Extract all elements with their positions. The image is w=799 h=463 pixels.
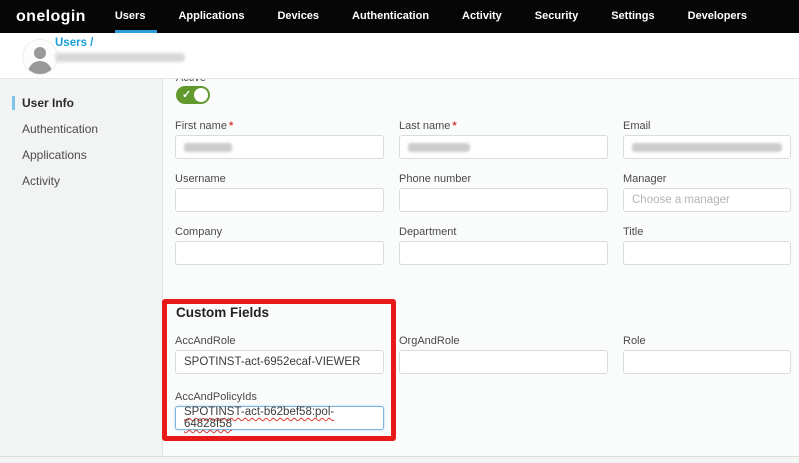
toggle-knob [194,88,208,102]
sidebar-item-applications[interactable]: Applications [0,142,162,168]
acc-and-role-value: SPOTINST-act-6952ecaf-VIEWER [184,356,360,368]
nav-tab-activity[interactable]: Activity [462,0,502,33]
email-input[interactable] [623,135,791,159]
username-label: Username [175,173,384,186]
first-name-label: First name [175,120,227,132]
manager-label: Manager [623,173,791,186]
sidebar-item-activity[interactable]: Activity [0,168,162,194]
manager-input[interactable] [623,188,791,212]
nav-tab-applications[interactable]: Applications [178,0,244,33]
first-name-field: First name* [175,120,384,159]
org-and-role-field: OrgAndRole [399,335,608,374]
first-name-input[interactable] [175,135,384,159]
custom-fields-title: Custom Fields [176,305,269,320]
required-asterisk: * [229,120,233,132]
nav-tab-settings[interactable]: Settings [611,0,654,33]
role-input[interactable] [623,350,791,374]
acc-and-role-input[interactable]: SPOTINST-act-6952ecaf-VIEWER [175,350,384,374]
sidebar: User Info Authentication Applications Ac… [0,78,163,456]
acc-and-policy-ids-input[interactable]: SPOTINST-act-b62bef58:pol-64828f58 [175,406,384,430]
department-label: Department [399,226,608,239]
phone-number-field: Phone number [399,173,608,212]
org-and-role-input[interactable] [399,350,608,374]
phone-number-input[interactable] [399,188,608,212]
nav-tab-authentication[interactable]: Authentication [352,0,429,33]
nav-tab-developers[interactable]: Developers [688,0,747,33]
role-label: Role [623,335,791,348]
department-input[interactable] [399,241,608,265]
phone-number-label: Phone number [399,173,608,186]
check-icon: ✓ [182,86,191,104]
acc-and-policy-ids-value: SPOTINST-act-b62bef58:pol-64828f58 [184,406,375,430]
nav-tab-devices[interactable]: Devices [277,0,319,33]
username-field: Username [175,173,384,212]
acc-and-policy-ids-field: AccAndPolicyIds SPOTINST-act-b62bef58:po… [175,391,384,430]
active-toggle[interactable]: ✓ [176,86,210,104]
department-field: Department [399,226,608,265]
breadcrumb-bar: Users / [0,33,799,79]
user-avatar [22,39,58,75]
acc-and-role-label: AccAndRole [175,335,384,348]
title-label: Title [623,226,791,239]
company-input[interactable] [175,241,384,265]
email-field: Email [623,120,791,159]
email-label: Email [623,120,791,133]
form-row-3: Company Department Title [175,226,791,265]
redacted-value [632,143,782,152]
breadcrumb-users-link[interactable]: Users / [55,37,93,49]
form-row-1: First name* Last name* Email [175,120,791,159]
org-and-role-label: OrgAndRole [399,335,608,348]
last-name-field: Last name* [399,120,608,159]
username-input[interactable] [175,188,384,212]
acc-and-role-field: AccAndRole SPOTINST-act-6952ecaf-VIEWER [175,335,384,374]
sidebar-item-authentication[interactable]: Authentication [0,116,162,142]
company-field: Company [175,226,384,265]
redacted-value [408,143,470,152]
form-row-2: Username Phone number Manager [175,173,791,212]
onelogin-logo: onelogin [16,8,86,26]
redacted-user-name [55,53,185,62]
last-name-input[interactable] [399,135,608,159]
nav-tab-security[interactable]: Security [535,0,578,33]
manager-field: Manager [623,173,791,212]
title-field: Title [623,226,791,265]
role-field: Role [623,335,791,374]
company-label: Company [175,226,384,239]
custom-fields-row-2: AccAndPolicyIds SPOTINST-act-b62bef58:po… [175,391,791,430]
redacted-value [184,143,232,152]
custom-fields-row-1: AccAndRole SPOTINST-act-6952ecaf-VIEWER … [175,335,791,374]
nav-tab-users[interactable]: Users [115,0,146,33]
avatar-person-icon [34,47,46,59]
title-input[interactable] [623,241,791,265]
last-name-label: Last name [399,120,450,132]
sidebar-item-user-info[interactable]: User Info [0,90,162,116]
acc-and-policy-ids-label: AccAndPolicyIds [175,391,384,404]
top-nav: onelogin Users Applications Devices Auth… [0,0,799,33]
required-asterisk: * [452,120,456,132]
